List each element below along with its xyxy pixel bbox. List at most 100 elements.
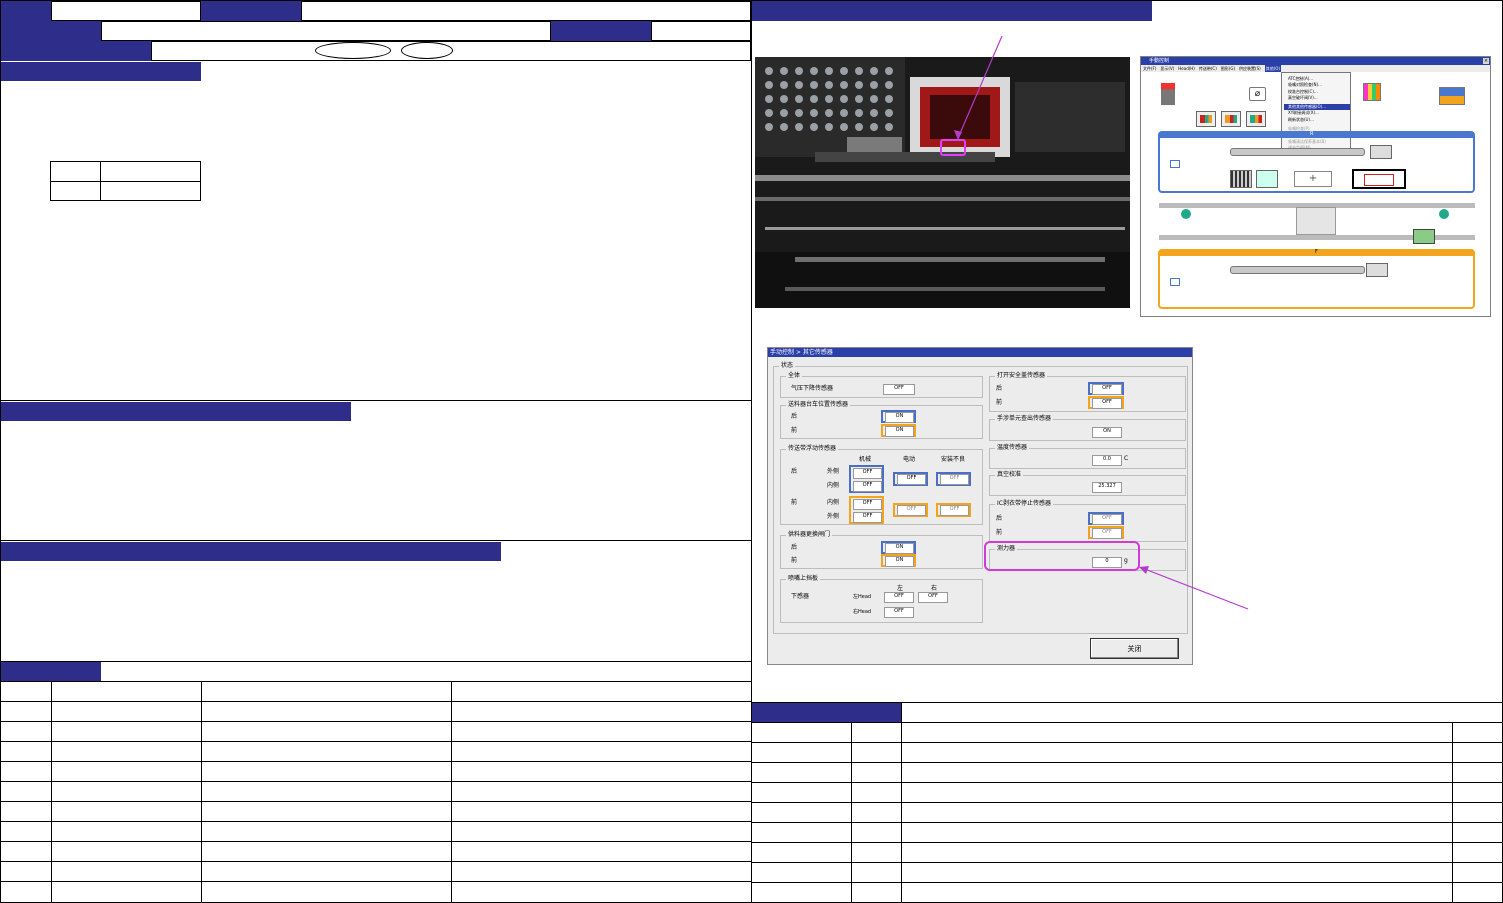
option-oval-2[interactable] (401, 42, 453, 59)
tool-robot-icon[interactable] (1161, 83, 1175, 105)
safety-front-value: OFF (1092, 398, 1122, 409)
table-row-divider (0, 881, 752, 882)
front-camera-icon[interactable] (1366, 263, 1388, 277)
temperature-value: 0.0 (1092, 455, 1122, 466)
ic-rear-value: OFF (1092, 514, 1122, 525)
other-sensors-dialog: 手动控制 > 其它传感器 状态 全体 气压下降传感器 OFF 送料器台车位置传感… (767, 347, 1193, 665)
no-entry-icon[interactable]: ⌀ (1249, 87, 1266, 101)
feeder-bars-icon[interactable] (1363, 83, 1381, 101)
photo-bolt (840, 123, 848, 131)
window-close-icon[interactable]: × (1483, 58, 1489, 64)
photo-bolt (765, 67, 773, 75)
table-row-divider (752, 862, 1503, 863)
photo-bolt (885, 95, 893, 103)
photo-bolt (810, 81, 818, 89)
front-monitor-icon (1170, 278, 1180, 286)
photo-bolt (870, 81, 878, 89)
photo-bolt (870, 95, 878, 103)
menu-conveyor[interactable]: 传送带(C) (1199, 65, 1217, 72)
window-menu-bar: 文件(F) 显示(V) Head(H) 传送带(C) 图形(G) 供应装置(S)… (1141, 65, 1490, 72)
table-row-divider (0, 781, 752, 782)
menu-graphics[interactable]: 图形(G) (1221, 65, 1235, 72)
rear-crosshair-icon[interactable]: + (1294, 171, 1332, 187)
safety-rear-value: OFF (1092, 384, 1122, 395)
photo-bolt (870, 109, 878, 117)
photo-bolt (795, 67, 803, 75)
photo-bolt (810, 67, 818, 75)
photo-bolt (795, 95, 803, 103)
rear-panel-label: R (1310, 131, 1314, 137)
dropdown-item[interactable]: 刷新状态(U)... (1288, 117, 1350, 123)
ic-stop-group: IC剥衣带停止传感器 后 前 OFF OFF (989, 500, 1186, 542)
photo-bolt (795, 123, 803, 131)
photo-bolt (825, 109, 833, 117)
dialog-title: 手动控制 > 其它传感器 (770, 349, 833, 356)
front-bad-value: OFF (940, 505, 969, 516)
photo-bolt (810, 95, 818, 103)
rear-stop-icon[interactable] (1352, 169, 1406, 189)
menu-view[interactable]: 显示(V) (1160, 65, 1174, 72)
cart-icon-3[interactable] (1246, 111, 1266, 127)
rear-camera-icon[interactable] (1370, 145, 1392, 159)
air-pressure-value: OFF (883, 384, 915, 395)
menu-other[interactable]: 其他(O) (1264, 65, 1281, 72)
table-row-divider (0, 801, 752, 802)
photo-bolt (855, 123, 863, 131)
header-cell-4 (551, 21, 651, 41)
rear-feed-icon[interactable] (1256, 170, 1278, 188)
table-row-divider (752, 842, 1503, 843)
rear-grid-icon[interactable] (1230, 170, 1252, 188)
window-title: 手動控制 (1149, 58, 1170, 64)
photo-bolt (840, 67, 848, 75)
photo-bolt (840, 95, 848, 103)
rear-head-panel: R + (1158, 131, 1475, 193)
rear-bad-value: OFF (940, 474, 969, 485)
vacuum-value: 25.327 (1092, 482, 1122, 493)
photo-bolt (855, 109, 863, 117)
conveyor-button-icon[interactable] (1413, 229, 1435, 244)
force-pointer-arrow (1139, 566, 1249, 610)
cart-icon-2[interactable] (1221, 111, 1241, 127)
header-cell-2 (201, 1, 301, 21)
photo-bolt (810, 123, 818, 131)
table-row-divider (752, 822, 1503, 823)
photo-bolt (765, 95, 773, 103)
photo-pointer-arrow (954, 35, 1003, 140)
close-button[interactable]: 关闭 (1090, 638, 1179, 659)
photo-bolt (825, 67, 833, 75)
option-oval-1[interactable] (315, 42, 391, 59)
right-head-left-value: OFF (884, 607, 914, 618)
table-row-divider (752, 802, 1503, 803)
table-row-divider (0, 761, 752, 762)
table-row-divider (752, 882, 1503, 883)
photo-bolt (825, 123, 833, 131)
table-row-divider (752, 742, 1503, 743)
header-cell-5 (1, 41, 151, 61)
photo-bolt (780, 95, 788, 103)
cart-icon-1[interactable] (1196, 111, 1216, 127)
photo-bolt (885, 123, 893, 131)
menu-file[interactable]: 文件(F) (1143, 65, 1156, 72)
section-3-title-bar (1, 542, 501, 561)
section-2-title-bar (1, 402, 351, 421)
photo-bolt (855, 95, 863, 103)
rear-monitor-icon (1170, 160, 1180, 168)
section-1-title-bar (1, 62, 201, 81)
table-row-divider (0, 861, 752, 862)
nozzle-head-group: 喷嘴上挡板 左 右 下感器 左Head 右Head OFF OFF OFF (780, 575, 983, 623)
rear-outer-value: OFF (853, 468, 882, 479)
photo-bolt (825, 95, 833, 103)
header-field-3 (101, 21, 551, 41)
menu-supply[interactable]: 供应装置(S) (1239, 65, 1261, 72)
photo-bolt (840, 81, 848, 89)
menu-head[interactable]: Head(H) (1178, 65, 1195, 72)
table-row-divider (0, 721, 752, 722)
dropdown-item[interactable]: 真空破坏阀(V)... (1288, 95, 1350, 101)
photo-bolt (885, 109, 893, 117)
photo-bolt (795, 81, 803, 89)
manual-control-window: 手動控制 × 文件(F) 显示(V) Head(H) 传送带(C) 图形(G) … (1140, 56, 1491, 317)
table-row-divider (0, 701, 752, 702)
table-row-divider (0, 821, 752, 822)
front-panel-label: F (1315, 249, 1318, 255)
front-elec-value: OFF (897, 505, 926, 516)
